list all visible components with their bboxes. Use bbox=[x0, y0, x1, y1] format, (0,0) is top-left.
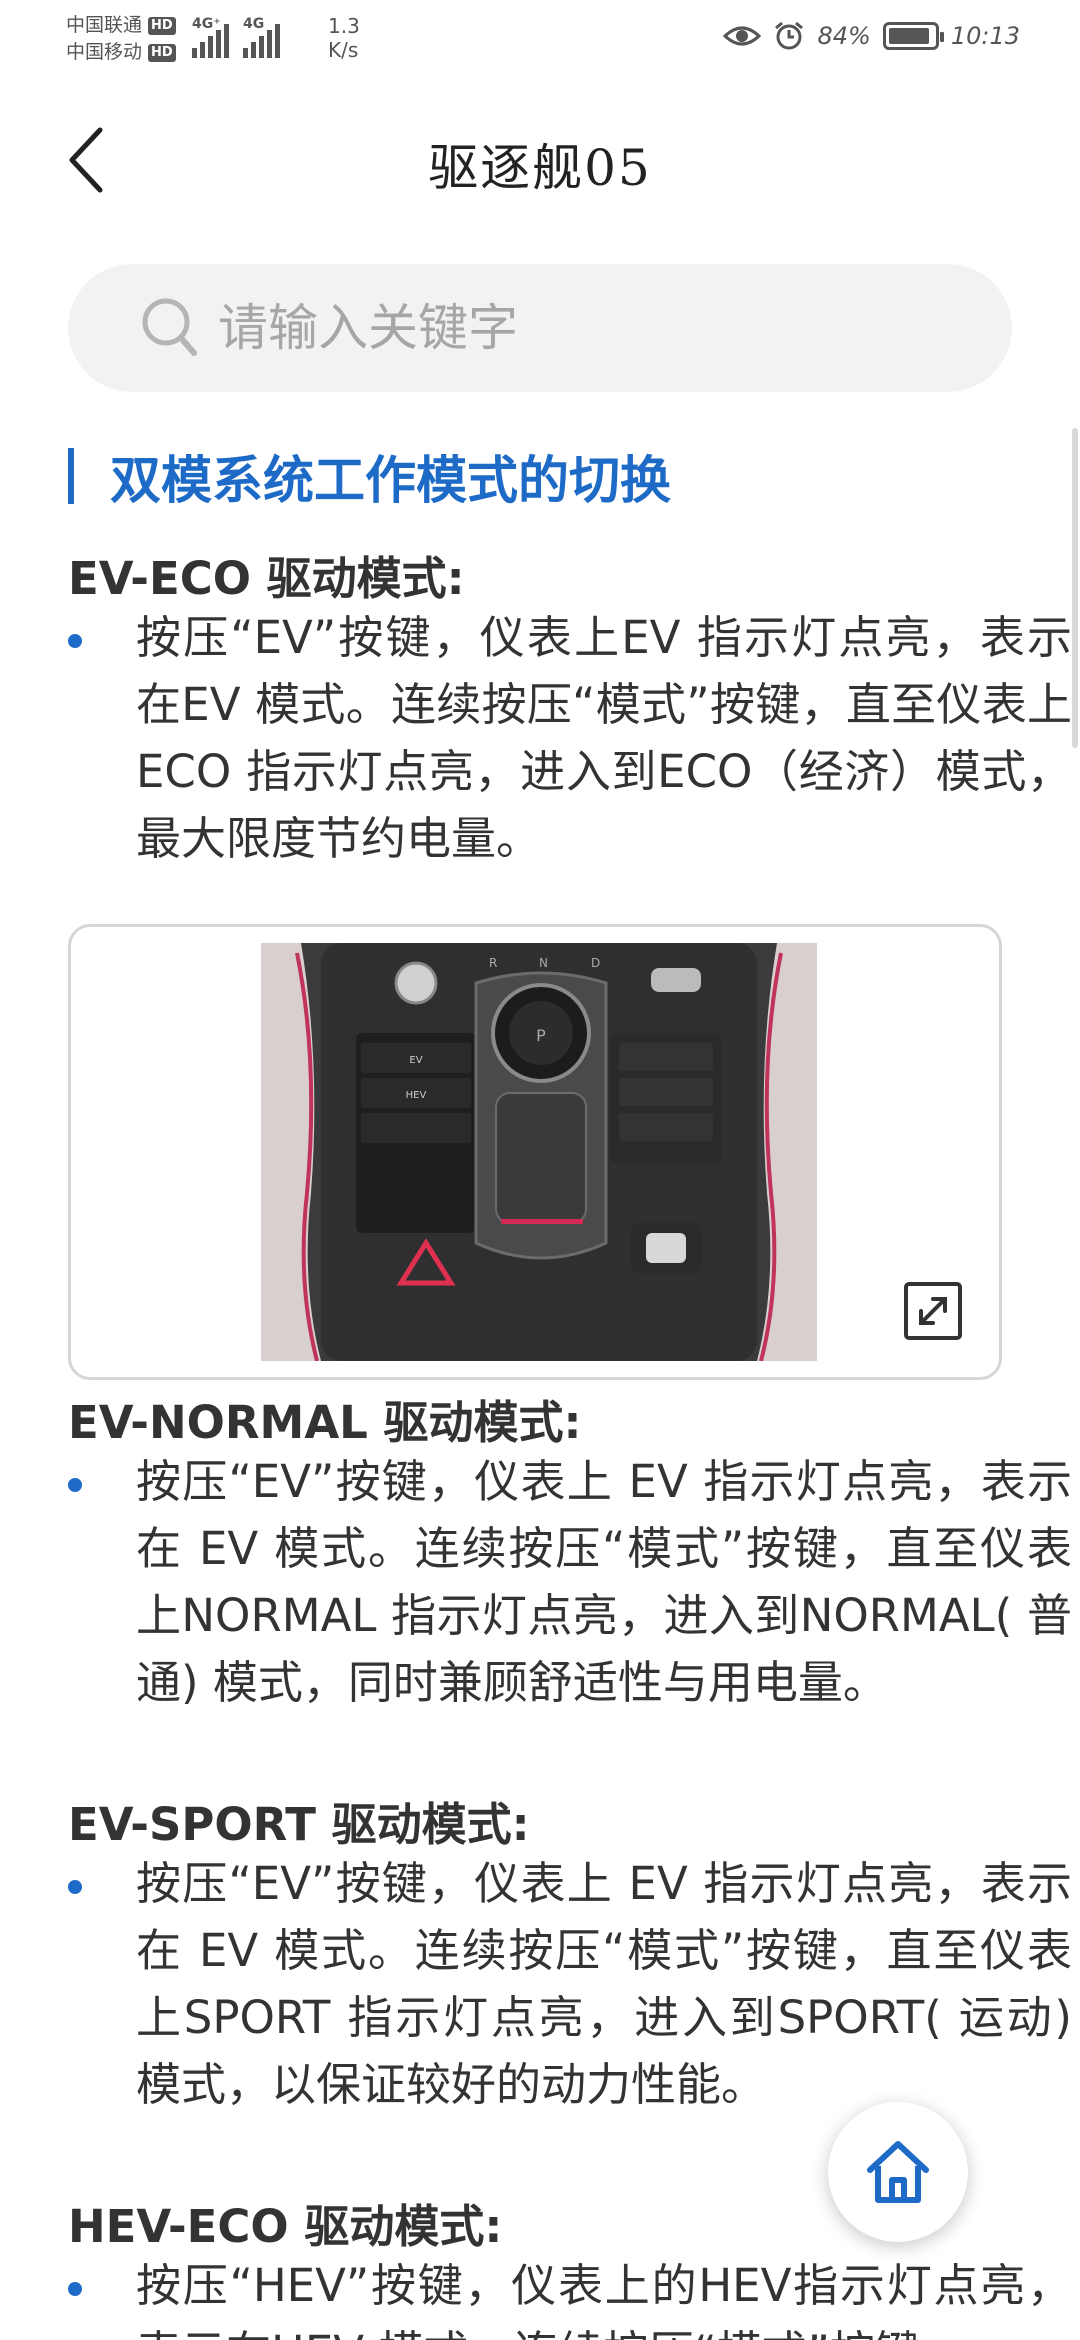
clock-time: 10:13 bbox=[950, 22, 1020, 50]
gear-label-p: P bbox=[536, 1026, 546, 1045]
mode-desc-text: 按压“HEV”按键，仪表上的HEV指示灯点亮，表示在HEV 模式。连续按压“模式… bbox=[136, 2259, 1072, 2340]
carrier-info: 中国联通 HD 中国移动 HD bbox=[66, 12, 176, 66]
hd-badge-2: HD bbox=[148, 43, 176, 62]
console-label-ev: EV bbox=[409, 1055, 422, 1066]
battery-icon bbox=[882, 22, 944, 50]
bullet-dot bbox=[68, 2282, 82, 2296]
mode-desc-text: 按压“EV”按键，仪表上EV 指示灯点亮，表示在EV 模式。连续按压“模式”按键… bbox=[136, 611, 1072, 865]
network-speed: 1.3 K/s bbox=[328, 14, 360, 62]
section-title: 双模系统工作模式的切换 bbox=[110, 452, 672, 511]
carrier-name-2: 中国移动 bbox=[66, 41, 143, 63]
top-app-bar: 驱逐舰05 bbox=[0, 100, 1080, 220]
center-console-photo[interactable]: EV HEV R N D P bbox=[261, 943, 817, 1361]
mode-desc-ev-eco: 按压“EV”按键，仪表上EV 指示灯点亮，表示在EV 模式。连续按压“模式”按键… bbox=[68, 604, 1072, 872]
mode-desc-text: 按压“EV”按键，仪表上 EV 指示灯点亮，表示在 EV 模式。连续按压“模式”… bbox=[136, 1455, 1072, 1709]
search-bar[interactable] bbox=[68, 264, 1012, 392]
search-icon bbox=[142, 298, 197, 356]
network-speed-value: 1.3 bbox=[328, 14, 360, 38]
gear-label-d: D bbox=[591, 956, 600, 970]
search-input[interactable] bbox=[218, 299, 978, 357]
section-accent-bar bbox=[68, 448, 74, 504]
battery-percent: 84% bbox=[817, 22, 871, 50]
hd-badge-1: HD bbox=[148, 16, 176, 35]
signal-indicators: 4G⁺ 4G bbox=[192, 16, 280, 58]
image-card[interactable]: EV HEV R N D P bbox=[68, 924, 1002, 1380]
signal-icon-1: 4G⁺ bbox=[192, 16, 229, 58]
carrier-row-1: 中国联通 HD bbox=[66, 12, 176, 39]
network-speed-unit: K/s bbox=[328, 38, 359, 62]
expand-icon[interactable] bbox=[903, 1281, 963, 1341]
mode-title-hev-eco: HEV-ECO 驱动模式: bbox=[68, 2200, 503, 2253]
scrollbar[interactable] bbox=[1072, 428, 1078, 748]
status-bar: 中国联通 HD 中国移动 HD 4G⁺ 4G 1.3 K/s 84% 10:13 bbox=[0, 0, 1080, 80]
console-illustration: EV HEV R N D P bbox=[261, 943, 817, 1361]
page-title: 驱逐舰05 bbox=[428, 139, 652, 197]
alarm-icon bbox=[775, 21, 804, 50]
section-heading: 双模系统工作模式的切换 bbox=[68, 444, 671, 511]
home-button[interactable] bbox=[828, 2102, 968, 2242]
mode-title-ev-sport: EV-SPORT 驱动模式: bbox=[68, 1798, 530, 1851]
mode-desc-hev-eco: 按压“HEV”按键，仪表上的HEV指示灯点亮，表示在HEV 模式。连续按压“模式… bbox=[68, 2252, 1072, 2340]
carrier-name-1: 中国联通 bbox=[66, 14, 143, 36]
bullet-dot bbox=[68, 1880, 82, 1894]
gear-label-r: R bbox=[489, 956, 497, 970]
mode-desc-ev-normal: 按压“EV”按键，仪表上 EV 指示灯点亮，表示在 EV 模式。连续按压“模式”… bbox=[68, 1448, 1072, 1716]
status-right: 84% 10:13 bbox=[723, 20, 1020, 52]
app-screen: 中国联通 HD 中国移动 HD 4G⁺ 4G 1.3 K/s 84% 10:13… bbox=[0, 0, 1080, 2340]
network-type-1: 4G⁺ bbox=[192, 16, 221, 32]
bullet-dot bbox=[68, 634, 82, 648]
carrier-row-2: 中国移动 HD bbox=[66, 39, 176, 66]
gear-label-n: N bbox=[539, 956, 548, 970]
mode-desc-text: 按压“EV”按键，仪表上 EV 指示灯点亮，表示在 EV 模式。连续按压“模式”… bbox=[136, 1857, 1072, 2111]
eye-icon bbox=[723, 26, 762, 46]
mode-title-ev-normal: EV-NORMAL 驱动模式: bbox=[68, 1396, 582, 1449]
home-icon bbox=[867, 2141, 929, 2203]
mode-title-ev-eco: EV-ECO 驱动模式: bbox=[68, 552, 465, 605]
network-type-2: 4G bbox=[243, 16, 265, 32]
bullet-dot bbox=[68, 1478, 82, 1492]
console-label-hev: HEV bbox=[406, 1090, 427, 1101]
signal-icon-2: 4G bbox=[243, 16, 280, 58]
mode-desc-ev-sport: 按压“EV”按键，仪表上 EV 指示灯点亮，表示在 EV 模式。连续按压“模式”… bbox=[68, 1850, 1072, 2118]
